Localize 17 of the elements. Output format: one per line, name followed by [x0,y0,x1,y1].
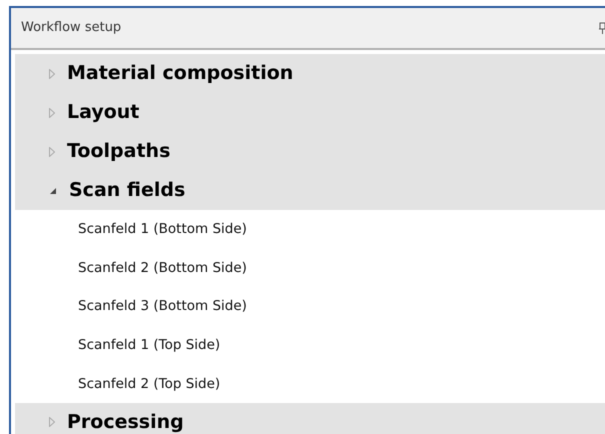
tree-group-header[interactable]: Toolpaths [15,132,605,171]
tree-item[interactable]: Scanfeld 3 (Bottom Side) [15,287,605,326]
collapsed-triangle-icon [49,68,55,78]
tree-group-header[interactable]: Processing [15,402,605,434]
tree-item[interactable]: Scanfeld 1 (Top Side) [15,326,605,364]
panel-title: Workflow setup [21,19,122,38]
tree-item[interactable]: Scanfeld 2 (Bottom Side) [15,248,605,288]
tree-item[interactable]: Scanfeld 2 (Top Side) [15,364,605,403]
tree-item[interactable]: Scanfeld 1 (Bottom Side) [15,210,605,249]
tree-group-header[interactable]: Material composition [15,54,605,93]
collapsed-triangle-icon [49,146,55,156]
tree-group-header[interactable]: Scan fields [15,171,605,210]
collapsed-triangle-icon [49,108,55,118]
expanded-triangle-icon [49,186,57,194]
tree-group-header[interactable]: Layout [15,93,605,132]
pin-icon[interactable] [599,22,605,34]
collapsed-triangle-icon [49,417,55,428]
